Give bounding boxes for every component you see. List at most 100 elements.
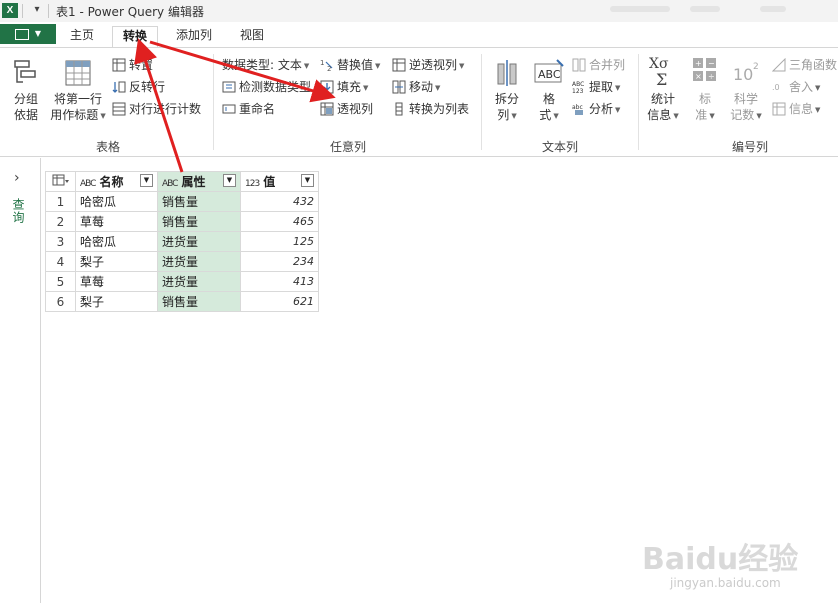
data-type-dropdown[interactable]: 数据类型: 文本 ▼ bbox=[222, 56, 309, 74]
reverse-rows-button[interactable]: 反转行 bbox=[112, 78, 165, 96]
rename-icon bbox=[222, 102, 236, 116]
column-filter-dropdown[interactable]: ▼ bbox=[301, 174, 314, 187]
chevron-down-icon: ▼ bbox=[100, 111, 106, 120]
cell-value[interactable]: 621 bbox=[240, 291, 319, 312]
svg-text:ABC: ABC bbox=[572, 81, 584, 88]
cell-attribute[interactable]: 销售量 bbox=[157, 291, 241, 312]
unpivot-columns-button[interactable]: 逆透视列 ▼ bbox=[392, 56, 464, 74]
trigonometry-label: 三角函数 bbox=[789, 58, 838, 72]
move-button[interactable]: 移动 ▼ bbox=[392, 78, 440, 96]
cell-name[interactable]: 梨子 bbox=[75, 251, 158, 272]
trigonometry-button[interactable]: 三角函数 bbox=[771, 56, 838, 74]
cell-attribute[interactable]: 销售量 bbox=[157, 191, 241, 212]
file-menu-button[interactable]: ▼ bbox=[0, 24, 56, 44]
statistics-label: 统计 bbox=[650, 92, 675, 106]
baidu-watermark: Baidu经验 jingyan.baidu.com bbox=[642, 528, 822, 598]
pivot-column-button[interactable]: 透视列 bbox=[320, 100, 373, 118]
column-header-name[interactable]: ABC 名称 ▼ bbox=[75, 171, 158, 192]
row-number[interactable]: 2 bbox=[45, 211, 76, 232]
column-header-label: 值 bbox=[263, 175, 276, 189]
window-control-hint bbox=[760, 6, 786, 12]
tab-transform[interactable]: 转换 bbox=[112, 26, 158, 47]
svg-text:.0: .0 bbox=[772, 83, 780, 92]
format-label-2: 式 bbox=[539, 108, 552, 122]
column-header-label: 名称 bbox=[99, 175, 124, 189]
data-grid: ABC 名称 ▼ ABC 属性 ▼ 123 值 ▼ 1 哈密瓜 销售量 432 2 草莓 销… bbox=[45, 171, 319, 312]
cell-name[interactable]: 草莓 bbox=[75, 271, 158, 292]
cell-value[interactable]: 465 bbox=[240, 211, 319, 232]
cell-attribute[interactable]: 进货量 bbox=[157, 271, 241, 292]
row-number[interactable]: 1 bbox=[45, 191, 76, 212]
statistics-button[interactable]: Xσ Σ 统计 信息 ▼ bbox=[644, 54, 682, 124]
queries-pane-label[interactable]: 查询 bbox=[10, 198, 27, 224]
merge-columns-icon bbox=[572, 58, 586, 72]
transpose-button[interactable]: 转置 bbox=[112, 56, 153, 74]
group-label-any-column: 任意列 bbox=[329, 140, 366, 154]
split-column-button[interactable]: 拆分 列 ▼ bbox=[488, 58, 526, 124]
standard-button[interactable]: + − × ÷ 标 准 ▼ bbox=[688, 54, 722, 124]
column-header-attribute[interactable]: ABC 属性 ▼ bbox=[157, 171, 241, 192]
svg-text:1: 1 bbox=[320, 59, 324, 67]
cell-name[interactable]: 哈密瓜 bbox=[75, 191, 158, 212]
table-menu-cell[interactable] bbox=[45, 171, 76, 192]
group-by-icon bbox=[14, 60, 36, 83]
information-button[interactable]: 信息 ▼ bbox=[772, 100, 820, 118]
expand-pane-chevron-icon[interactable]: › bbox=[14, 170, 20, 186]
cell-attribute[interactable]: 销售量 bbox=[157, 211, 241, 232]
cell-name[interactable]: 哈密瓜 bbox=[75, 231, 158, 252]
scientific-button[interactable]: 10 2 科学 记数 ▼ bbox=[726, 54, 766, 124]
parse-icon: abc bbox=[572, 102, 586, 116]
cell-value[interactable]: 234 bbox=[240, 251, 319, 272]
cell-value[interactable]: 125 bbox=[240, 231, 319, 252]
chevron-down-icon: ▼ bbox=[435, 83, 441, 92]
row-number[interactable]: 4 bbox=[45, 251, 76, 272]
scientific-label-2: 记数 bbox=[730, 108, 755, 122]
format-button[interactable]: ABC 格 式 ▼ bbox=[530, 58, 568, 124]
format-label: 格 bbox=[542, 92, 555, 106]
rounding-button[interactable]: .0 舍入 ▼ bbox=[772, 78, 820, 96]
reverse-rows-label: 反转行 bbox=[129, 80, 166, 94]
group-label-table: 表格 bbox=[95, 140, 120, 154]
row-number[interactable]: 6 bbox=[45, 291, 76, 312]
chevron-down-icon: ▼ bbox=[756, 111, 762, 120]
parse-button[interactable]: abc 分析 ▼ bbox=[572, 100, 620, 118]
tab-add-column[interactable]: 添加列 bbox=[168, 26, 220, 47]
group-by-button[interactable]: 分组 依据 bbox=[6, 58, 46, 123]
quick-access-dropdown-icon[interactable]: ▾ bbox=[30, 2, 44, 18]
tab-view[interactable]: 视图 bbox=[232, 26, 272, 47]
row-number[interactable]: 5 bbox=[45, 271, 76, 292]
chevron-down-icon: ▼ bbox=[303, 61, 310, 70]
data-type-label: 数据类型: 文本 bbox=[222, 58, 302, 72]
table-row: 1 哈密瓜 销售量 432 bbox=[45, 191, 319, 212]
svg-text:123: 123 bbox=[572, 88, 584, 94]
cell-attribute[interactable]: 进货量 bbox=[157, 251, 241, 272]
convert-to-list-button[interactable]: 转换为列表 bbox=[392, 100, 469, 118]
chevron-down-icon: ▼ bbox=[815, 105, 821, 114]
rename-button[interactable]: 重命名 bbox=[222, 100, 275, 118]
use-first-row-as-headers-button[interactable]: 将第一行 用作标题 ▼ bbox=[50, 58, 106, 124]
standard-label-2: 准 bbox=[695, 108, 708, 122]
replace-values-button[interactable]: 1 2 替换值 ▼ bbox=[320, 56, 380, 74]
extract-button[interactable]: ABC 123 提取 ▼ bbox=[572, 78, 620, 96]
svg-text:÷: ÷ bbox=[708, 72, 715, 81]
cell-name[interactable]: 草莓 bbox=[75, 211, 158, 232]
count-rows-button[interactable]: 对行进行计数 bbox=[112, 100, 201, 118]
row-number[interactable]: 3 bbox=[45, 231, 76, 252]
cell-value[interactable]: 413 bbox=[240, 271, 319, 292]
fill-button[interactable]: 填充 ▼ bbox=[320, 78, 368, 96]
svg-text:ABC: ABC bbox=[538, 68, 561, 81]
column-filter-dropdown[interactable]: ▼ bbox=[223, 174, 236, 187]
column-header-value[interactable]: 123 值 ▼ bbox=[240, 171, 319, 192]
cell-value[interactable]: 432 bbox=[240, 191, 319, 212]
information-icon bbox=[772, 102, 786, 116]
detect-type-icon bbox=[222, 80, 236, 94]
chevron-down-icon: ▼ bbox=[709, 111, 715, 120]
rounding-label: 舍入 bbox=[789, 80, 814, 94]
cell-attribute[interactable]: 进货量 bbox=[157, 231, 241, 252]
column-filter-dropdown[interactable]: ▼ bbox=[140, 174, 153, 187]
merge-columns-button[interactable]: 合并列 bbox=[572, 56, 625, 74]
detect-data-type-button[interactable]: 检测数据类型 bbox=[222, 78, 311, 96]
cell-name[interactable]: 梨子 bbox=[75, 291, 158, 312]
rename-label: 重命名 bbox=[239, 102, 276, 116]
tab-home[interactable]: 主页 bbox=[62, 26, 102, 47]
